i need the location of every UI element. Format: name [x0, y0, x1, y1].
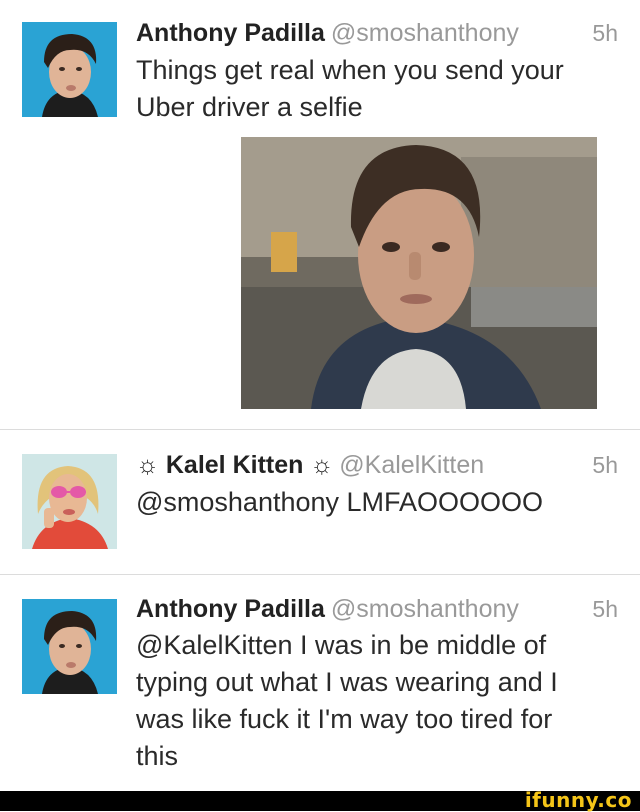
profile-photo-man-icon [22, 22, 117, 117]
tweet-text: @smoshanthony LMFAOOOOOO [136, 484, 606, 521]
author-name[interactable]: Anthony Padilla [136, 595, 325, 623]
author-name[interactable]: ☼ Kalel Kitten ☼ [136, 451, 333, 479]
tweet-text: @KalelKitten I was in be middle of typin… [136, 627, 606, 775]
author-handle[interactable]: @smoshanthony [331, 595, 519, 623]
avatar[interactable] [22, 599, 117, 694]
tweet-text-line: typing out what I was wearing and I [136, 667, 558, 697]
tweet-text: Things get real when you send your Uber … [136, 52, 606, 126]
tweet-text-line: @smoshanthony LMFAOOOOOO [136, 487, 544, 517]
tweet-photo[interactable] [241, 137, 597, 409]
tweet-time: 5h [592, 20, 618, 46]
author-name[interactable]: Anthony Padilla [136, 19, 325, 47]
footer-bar: ifunny.co [0, 789, 640, 811]
tweet-text-line: Uber driver a selfie [136, 92, 363, 122]
selfie-photo-icon [241, 137, 597, 409]
tweet-text-line: this [136, 741, 179, 771]
sun-symbol: ☼ [136, 451, 159, 479]
tweet-time: 5h [592, 452, 618, 478]
avatar[interactable] [22, 22, 117, 117]
tweet-text-line: @KalelKitten I was in be middle of [136, 630, 547, 660]
author-handle[interactable]: @smoshanthony [331, 19, 519, 47]
author-handle[interactable]: @KalelKitten [339, 451, 484, 479]
profile-photo-woman-icon [22, 454, 117, 549]
avatar[interactable] [22, 454, 117, 549]
watermark-logo[interactable]: ifunny.co [525, 789, 632, 811]
tweet-text-line: Things get real when you send your [136, 55, 564, 85]
tweet-time: 5h [592, 596, 618, 622]
tweet-2[interactable]: ☼ Kalel Kitten ☼ @KalelKitten 5h @smoshan… [0, 430, 640, 573]
tweet-3[interactable]: Anthony Padilla @smoshanthony 5h @KalelKi… [0, 575, 640, 790]
tweet-1[interactable]: Anthony Padilla @smoshanthony 5h Things g… [0, 0, 640, 428]
author-name-text: Kalel Kitten [165, 451, 304, 479]
sun-symbol: ☼ [310, 451, 334, 479]
tweet-text-line: was like fuck it I'm way too tired for [136, 704, 553, 734]
profile-photo-man-icon [22, 599, 117, 694]
